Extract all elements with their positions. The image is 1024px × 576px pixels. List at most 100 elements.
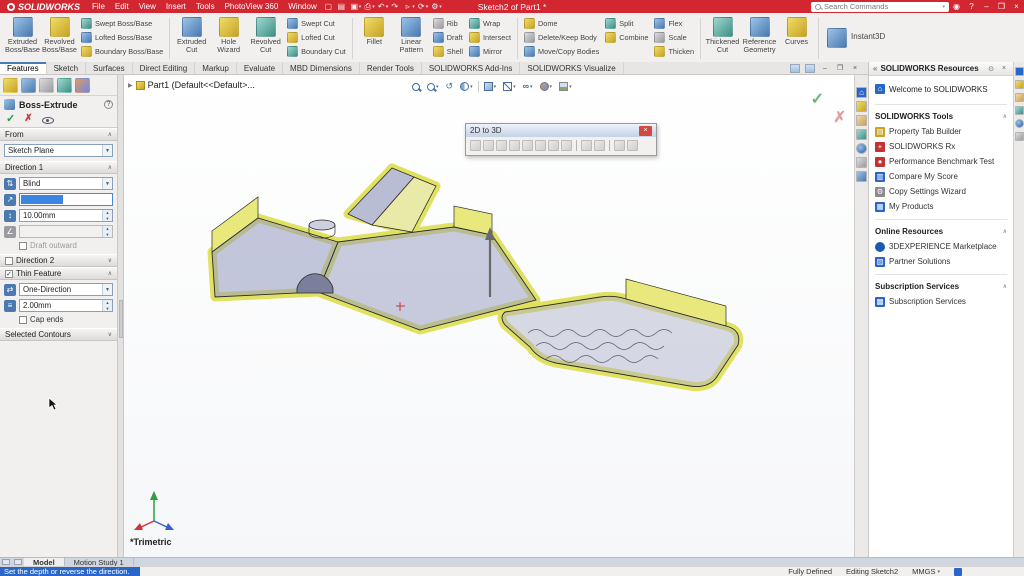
section-selected-contours[interactable]: Selected Contours ∨ xyxy=(0,328,117,341)
menu-insert[interactable]: Insert xyxy=(161,0,191,13)
marketplace-link[interactable]: 3DEXPERIENCE Marketplace xyxy=(869,239,1013,254)
tools-section-header[interactable]: SOLIDWORKS Tools ∧ xyxy=(869,107,1013,124)
restore-button[interactable]: ❐ xyxy=(994,0,1009,13)
property-tab-builder-link[interactable]: ▤Property Tab Builder xyxy=(869,124,1013,139)
previous-view-button[interactable]: ↺ xyxy=(444,81,456,92)
rep air-sketch-icon[interactable] xyxy=(581,140,592,151)
dome-button[interactable]: Dome xyxy=(521,17,602,30)
confirmation-ok-icon[interactable]: ✓ xyxy=(811,89,824,109)
online-resources-header[interactable]: Online Resources ∧ xyxy=(869,222,1013,239)
close-pane-icon[interactable]: × xyxy=(999,65,1009,72)
split-button[interactable]: Split xyxy=(602,17,651,30)
revolved-boss-base-button[interactable]: Revolved Boss/Base xyxy=(41,15,78,60)
flex-button[interactable]: Flex xyxy=(651,17,697,30)
solidworks-rx-link[interactable]: +SOLIDWORKS Rx xyxy=(869,139,1013,154)
reference-geometry-button[interactable]: Reference Geometry xyxy=(741,15,778,60)
subscription-services-link[interactable]: ▩Subscription Services xyxy=(869,294,1013,309)
confirmation-cancel-icon[interactable]: ✗ xyxy=(833,108,846,126)
properties-tab-icon[interactable] xyxy=(1015,132,1024,141)
edit-appearance-button[interactable]: ▾ xyxy=(538,81,555,92)
forum-icon[interactable] xyxy=(856,171,867,182)
menu-window[interactable]: Window xyxy=(283,0,321,13)
appearances-tab-icon[interactable] xyxy=(1015,119,1024,128)
thicken-button[interactable]: Thicken xyxy=(651,45,697,58)
hide-show-items-button[interactable]: ∞▾ xyxy=(521,81,535,92)
dialog-close-icon[interactable]: × xyxy=(639,126,652,136)
display-manager-tab-icon[interactable] xyxy=(75,78,90,93)
doc-restore-button[interactable]: ❐ xyxy=(835,63,845,74)
my-products-link[interactable]: ▦My Products xyxy=(869,199,1013,214)
motion-study-tab[interactable]: Motion Study 1 xyxy=(65,558,134,566)
panel-splitter[interactable] xyxy=(118,75,124,557)
welcome-link[interactable]: ⌂ Welcome to SOLIDWORKS xyxy=(869,76,1013,99)
section-view-button[interactable]: ▾ xyxy=(458,81,475,92)
tab-features[interactable]: Features xyxy=(0,62,47,74)
palette-tab-icon[interactable] xyxy=(1015,106,1024,115)
configuration-manager-tab-icon[interactable] xyxy=(39,78,54,93)
direction2-checkbox[interactable] xyxy=(5,257,13,265)
tab-solidworks-visualize[interactable]: SOLIDWORKS Visualize xyxy=(520,62,623,74)
thickened-cut-button[interactable]: Thickened Cut xyxy=(704,15,741,60)
explorer-tab-icon[interactable] xyxy=(1015,93,1024,102)
splitter-handle[interactable] xyxy=(119,300,123,338)
help-menu[interactable]: ? xyxy=(964,0,979,13)
thickness-spinbox[interactable]: 2.00mm ▲▼ xyxy=(19,299,113,312)
tab-surfaces[interactable]: Surfaces xyxy=(86,62,133,74)
mirror-button[interactable]: Mirror xyxy=(466,45,514,58)
extruded-cut-button[interactable]: Extruded Cut xyxy=(173,15,210,60)
zoom-area-button[interactable]: ▾ xyxy=(425,82,441,92)
right-sketch-icon[interactable] xyxy=(496,140,507,151)
partner-solutions-link[interactable]: ▧Partner Solutions xyxy=(869,254,1013,269)
draft-angle-icon[interactable]: ∠ xyxy=(4,226,16,238)
fillet-button[interactable]: Fillet xyxy=(356,15,393,60)
dialog-titlebar[interactable]: 2D to 3D × xyxy=(466,124,656,137)
swept-boss-base-button[interactable]: Swept Boss/Base xyxy=(78,17,166,30)
bottom-sketch-icon[interactable] xyxy=(522,140,533,151)
draft-angle-spinbox[interactable]: ▲▼ xyxy=(19,225,113,238)
cancel-button[interactable]: ✗ xyxy=(24,113,32,125)
resources-home-icon[interactable]: ⌂ xyxy=(856,87,867,98)
menu-file[interactable]: File xyxy=(87,0,110,13)
custom-properties-icon[interactable] xyxy=(856,157,867,168)
create-sketch-icon[interactable] xyxy=(561,140,572,151)
extruded-boss-base-button[interactable]: Extruded Boss/Base xyxy=(4,15,41,60)
section-direction2[interactable]: Direction 2 ∨ xyxy=(0,254,117,267)
tab-evaluate[interactable]: Evaluate xyxy=(237,62,283,74)
thin-direction-icon[interactable]: ⇄ xyxy=(4,284,16,296)
front-sketch-icon[interactable] xyxy=(470,140,481,151)
revolved-cut-button[interactable]: Revolved Cut xyxy=(247,15,284,60)
shell-button[interactable]: Shell xyxy=(430,45,466,58)
menu-view[interactable]: View xyxy=(134,0,161,13)
document-icon[interactable] xyxy=(805,64,815,73)
draft-button[interactable]: Draft xyxy=(430,31,466,44)
resources-tab-icon[interactable] xyxy=(1015,67,1024,76)
design-library-icon[interactable] xyxy=(856,101,867,112)
library-tab-icon[interactable] xyxy=(1015,80,1024,89)
feature-tree-breadcrumb[interactable]: ▶ Part1 (Default<<Default>... xyxy=(128,80,255,90)
spinner-arrows[interactable]: ▲▼ xyxy=(102,226,112,237)
thin-type-select[interactable]: One-Direction ▼ xyxy=(19,283,113,296)
combine-button[interactable]: Combine xyxy=(602,31,651,44)
view-settings-button[interactable]: ▾ xyxy=(557,81,574,92)
direction-reference-input[interactable] xyxy=(19,193,113,206)
performance-benchmark-link[interactable]: ●Performance Benchmark Test xyxy=(869,154,1013,169)
auxiliary-sketch-icon[interactable] xyxy=(548,140,559,151)
intersect-button[interactable]: Intersect xyxy=(466,31,514,44)
search-input[interactable] xyxy=(824,2,941,11)
tab-scroll-right-icon[interactable] xyxy=(14,559,22,565)
feature-manager-tab-icon[interactable] xyxy=(3,78,18,93)
search-caret-icon[interactable]: ▾ xyxy=(942,4,945,10)
spinner-arrows[interactable]: ▲▼ xyxy=(102,210,112,221)
spinner-arrows[interactable]: ▲▼ xyxy=(102,300,112,311)
thin-feature-checkbox[interactable] xyxy=(5,270,13,278)
display-style-button[interactable]: ▾ xyxy=(501,81,518,92)
zoom-fit-button[interactable] xyxy=(410,82,422,92)
wrap-button[interactable]: Wrap xyxy=(466,17,514,30)
dimxpert-manager-tab-icon[interactable] xyxy=(57,78,72,93)
doc-close-button[interactable]: × xyxy=(850,63,860,74)
view-palette-icon[interactable] xyxy=(856,129,867,140)
command-search[interactable]: ▾ xyxy=(811,2,949,12)
model-tab[interactable]: Model xyxy=(24,558,65,566)
hole-wizard-button[interactable]: Hole Wizard xyxy=(210,15,247,60)
document-icon[interactable] xyxy=(790,64,800,73)
